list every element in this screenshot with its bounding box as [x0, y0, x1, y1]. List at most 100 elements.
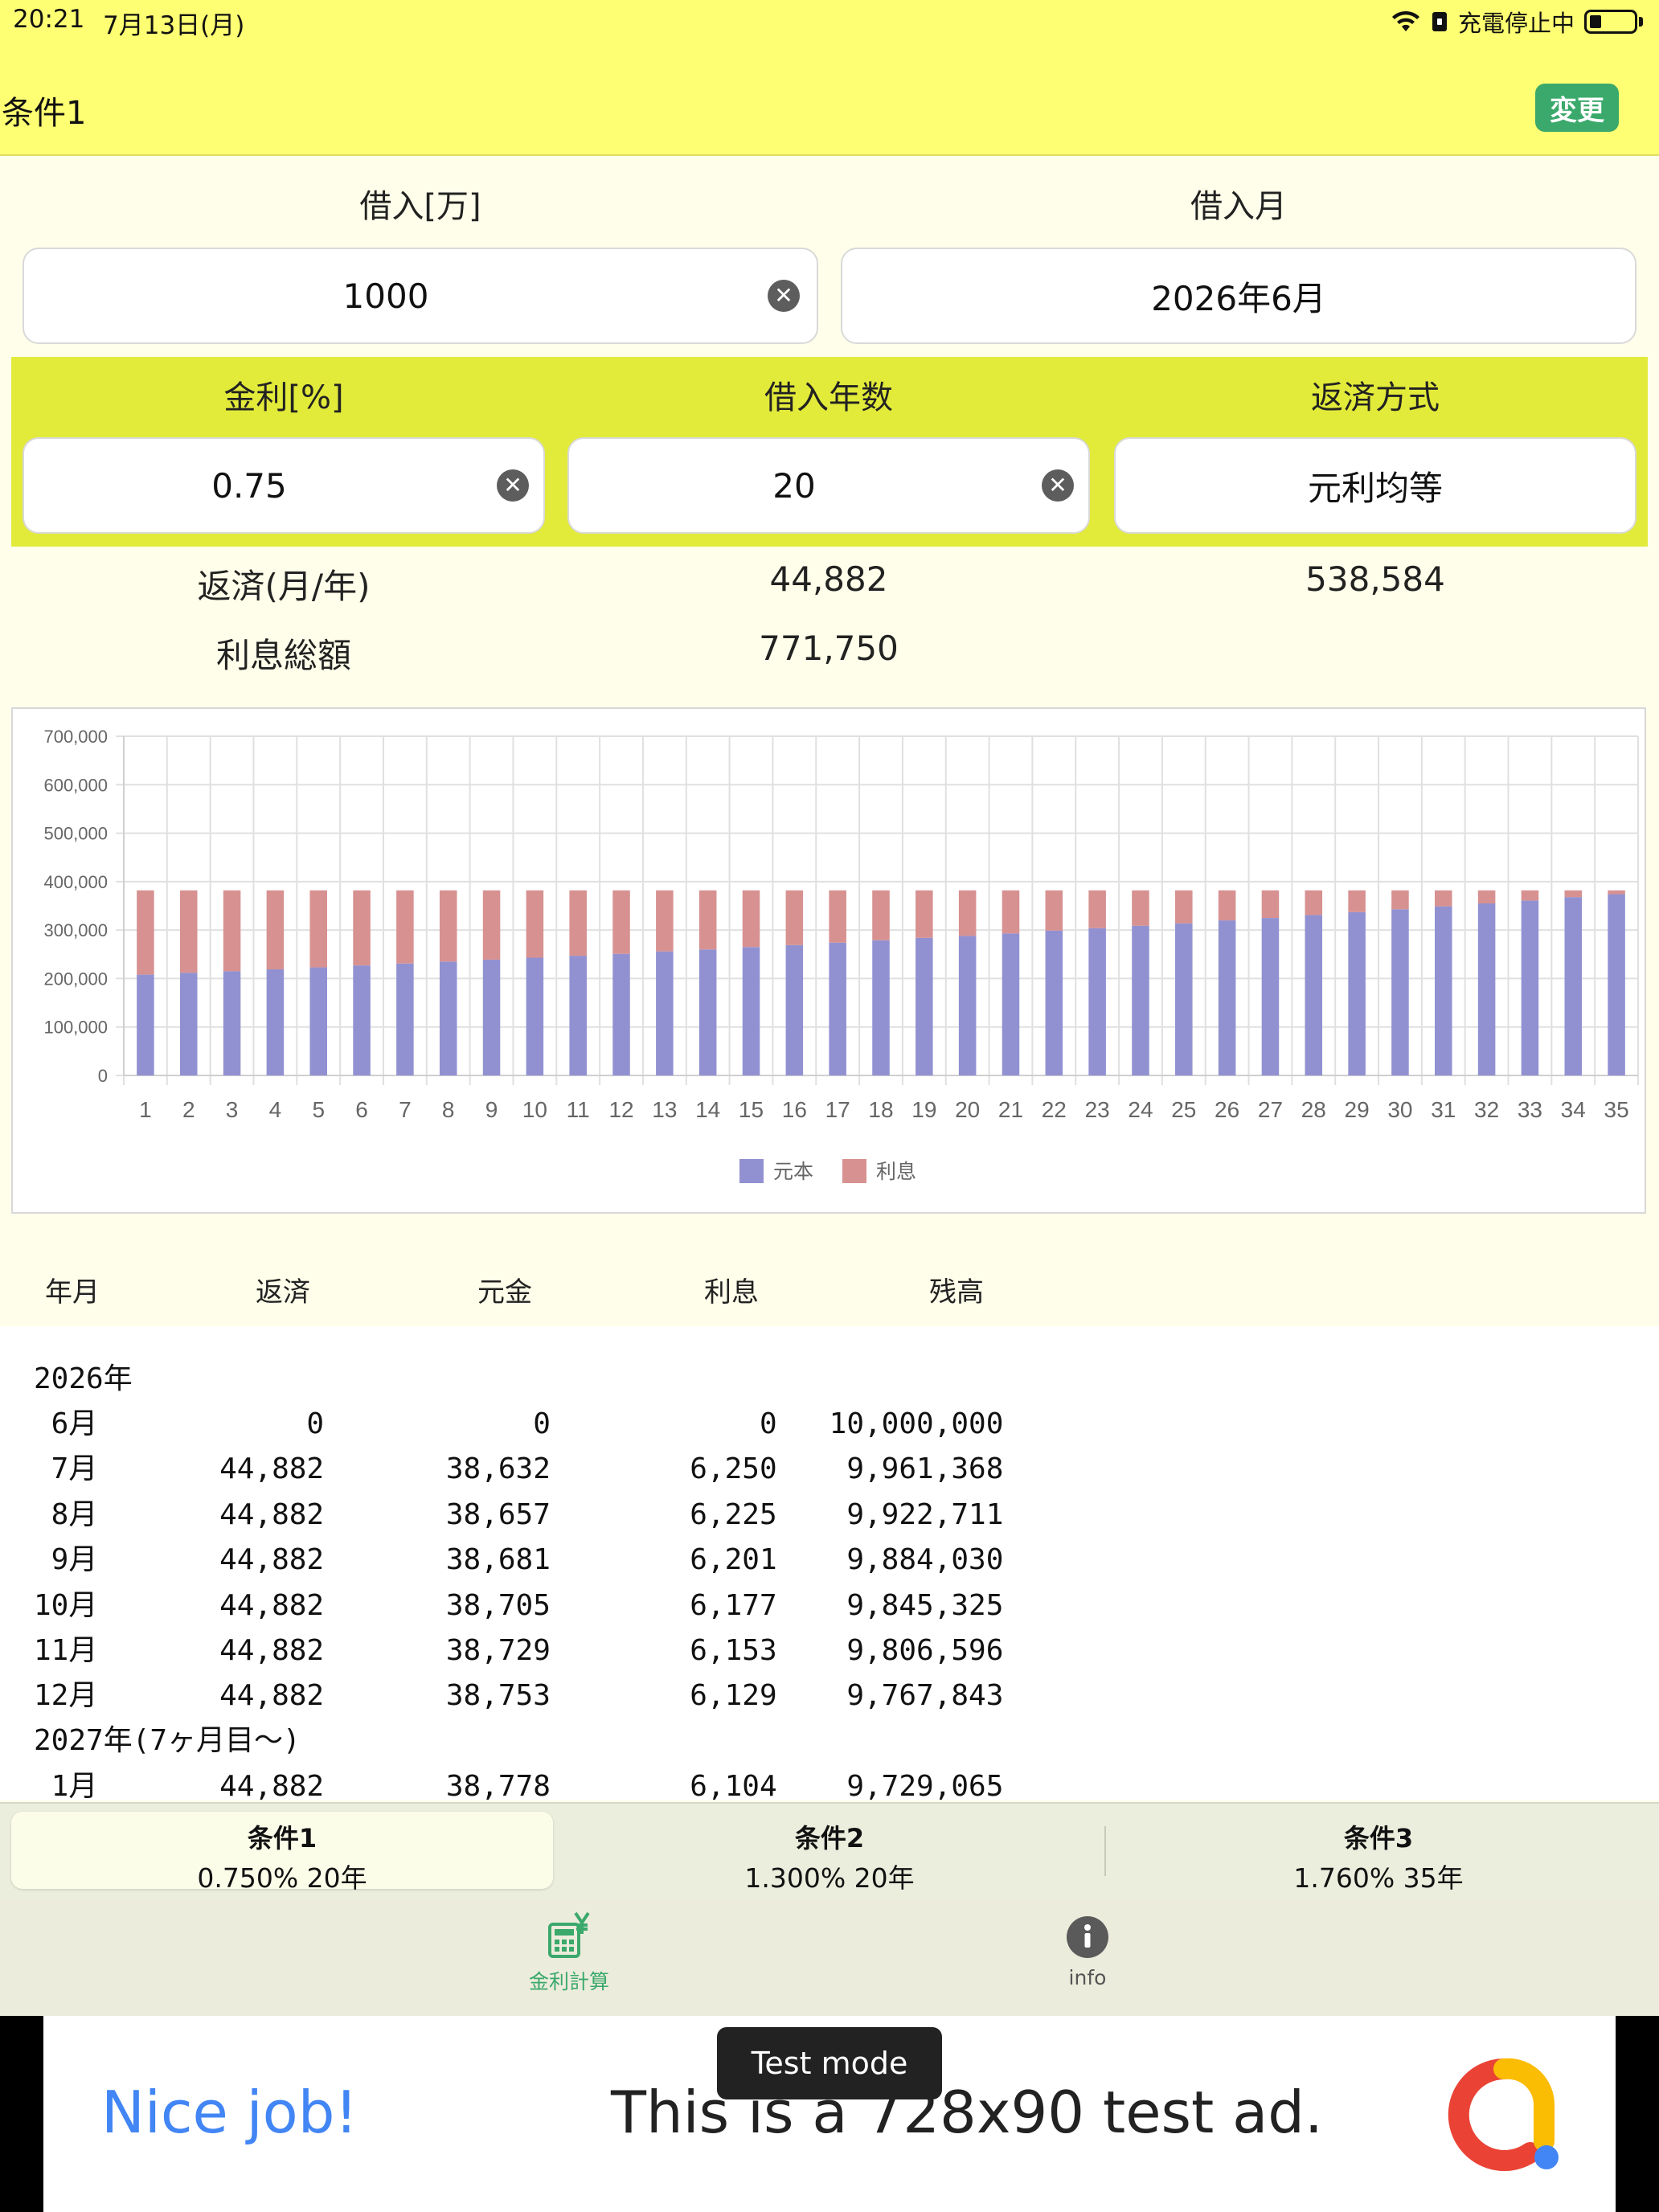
status-date: 7月13日(月)	[103, 11, 245, 40]
years-input[interactable]: 20 ✕	[567, 437, 1090, 534]
principal-bar	[526, 957, 544, 1075]
principal-bar	[569, 956, 587, 1075]
principal-bar	[482, 959, 501, 1075]
principal-bar	[656, 951, 674, 1075]
loan-amount-input[interactable]: 1000 ✕	[23, 248, 818, 344]
x-tick-label: 17	[825, 1097, 850, 1122]
principal-bar	[1348, 911, 1366, 1075]
y-tick-label: 300,000	[43, 920, 108, 940]
clear-icon[interactable]: ✕	[768, 280, 800, 312]
x-tick-label: 20	[955, 1097, 980, 1122]
principal-bar	[223, 971, 241, 1075]
condition-1-segment[interactable]: 条件1 0.750% 20年	[11, 1812, 553, 1894]
interest-bar	[1218, 890, 1236, 921]
clear-icon[interactable]: ✕	[1042, 469, 1074, 502]
year-row: 2026年	[34, 1362, 133, 1395]
method-value: 元利均等	[1307, 468, 1443, 508]
repayment-chart: 0 100,000 200,000 300,000 400,000 500,000 600,…	[11, 707, 1646, 1214]
tab-rate-calc[interactable]: 金利計算	[489, 1911, 649, 1995]
page-title: 条件1	[2, 95, 87, 132]
schedule-table[interactable]: 2026年 6月 0 0 0 10,000,000 7月 44,882 38,6…	[0, 1326, 1659, 1800]
condition-2-segment[interactable]: 条件2 1.300% 20年	[559, 1812, 1100, 1894]
principal-bar	[309, 967, 327, 1075]
x-tick-label: 5	[312, 1097, 325, 1122]
interest-bar	[482, 890, 501, 960]
col-header-principal: 元金	[477, 1276, 532, 1309]
principal-bar	[1305, 915, 1323, 1075]
x-tick-label: 25	[1171, 1097, 1196, 1122]
admob-logo-icon	[1448, 2058, 1559, 2171]
principal-bar	[1218, 920, 1236, 1075]
segment-detail: 1.300% 20年	[744, 1862, 915, 1894]
table-row: 7月 44,882 38,632 6,250 9,961,368	[34, 1452, 1004, 1485]
principal-bar	[785, 944, 804, 1075]
x-tick-label: 22	[1042, 1097, 1067, 1122]
principal-bar	[872, 940, 890, 1075]
col-header-balance: 残高	[929, 1276, 984, 1309]
yearly-repayment: 538,584	[1305, 559, 1445, 599]
x-tick-label: 21	[998, 1097, 1023, 1122]
y-tick-label: 100,000	[43, 1018, 108, 1038]
rate-value: 0.75	[211, 465, 287, 506]
clear-icon[interactable]: ✕	[497, 469, 529, 502]
interest-bar	[1045, 890, 1063, 931]
interest-bar	[1132, 890, 1149, 926]
interest-bar	[1175, 890, 1193, 924]
rate-label: 金利[%]	[223, 379, 344, 416]
interest-bar	[742, 890, 760, 948]
x-tick-label: 32	[1474, 1097, 1499, 1122]
lock-icon	[1432, 12, 1447, 31]
principal-bar	[742, 947, 760, 1075]
principal-bar	[1521, 900, 1539, 1075]
x-tick-label: 30	[1387, 1097, 1412, 1122]
legend-swatch	[842, 1159, 866, 1183]
loan-month-select[interactable]: 2026年6月	[841, 248, 1636, 344]
segment-title: 条件2	[794, 1823, 865, 1854]
charging-status: 充電停止中	[1457, 10, 1575, 37]
principal-bar	[1564, 897, 1583, 1075]
segment-title: 条件1	[247, 1823, 317, 1854]
method-select[interactable]: 元利均等	[1114, 437, 1636, 534]
status-indicators: 充電停止中	[1391, 5, 1643, 39]
interest-bar	[1477, 890, 1496, 903]
principal-bar	[1045, 930, 1063, 1075]
monthly-repayment: 44,882	[769, 559, 888, 599]
principal-bar	[612, 953, 630, 1075]
chart-canvas: 0 100,000 200,000 300,000 400,000 500,000 600,…	[43, 727, 1639, 1183]
test-mode-badge: Test mode	[717, 2027, 942, 2099]
condition-3-segment[interactable]: 条件3 1.760% 35年	[1108, 1812, 1649, 1894]
loan-month-value: 2026年6月	[1151, 278, 1326, 318]
segment-detail: 1.760% 35年	[1293, 1862, 1464, 1894]
table-row: 10月 44,882 38,705 6,177 9,845,325	[34, 1589, 1004, 1622]
change-button[interactable]: 変更	[1535, 84, 1619, 132]
method-label: 返済方式	[1311, 379, 1440, 416]
tab-info[interactable]: info	[1007, 1911, 1168, 1989]
legend-label: 元本	[773, 1160, 813, 1183]
x-tick-label: 26	[1215, 1097, 1239, 1122]
battery-tip	[1639, 17, 1643, 27]
interest-total-label: 利息総額	[215, 636, 351, 675]
interest-total-value: 771,750	[759, 629, 899, 668]
tab-bar: 金利計算 info	[0, 1900, 1659, 2016]
y-tick-label: 400,000	[43, 872, 108, 892]
year-row: 2027年(7ヶ月目～)	[34, 1724, 301, 1757]
col-header-month: 年月	[45, 1276, 100, 1309]
tab-label: 金利計算	[528, 1970, 609, 1993]
principal-bar	[698, 949, 717, 1075]
interest-bar	[569, 890, 587, 956]
principal-bar	[1088, 928, 1106, 1075]
principal-bar	[1175, 923, 1193, 1075]
table-row: 8月 44,882 38,657 6,225 9,922,711	[34, 1498, 1004, 1531]
principal-bar	[1132, 925, 1149, 1075]
col-header-payment: 返済	[256, 1276, 310, 1309]
principal-bar	[916, 937, 933, 1075]
principal-bar	[1002, 933, 1020, 1075]
interest-bar	[266, 890, 285, 969]
principal-bar	[1391, 909, 1409, 1075]
rate-input[interactable]: 0.75 ✕	[23, 437, 545, 534]
principal-bar	[1608, 894, 1625, 1075]
interest-bar	[1348, 890, 1366, 912]
status-time: 20:21	[13, 5, 85, 34]
calculator-yen-icon	[548, 1911, 590, 1958]
x-tick-label: 9	[485, 1097, 498, 1122]
